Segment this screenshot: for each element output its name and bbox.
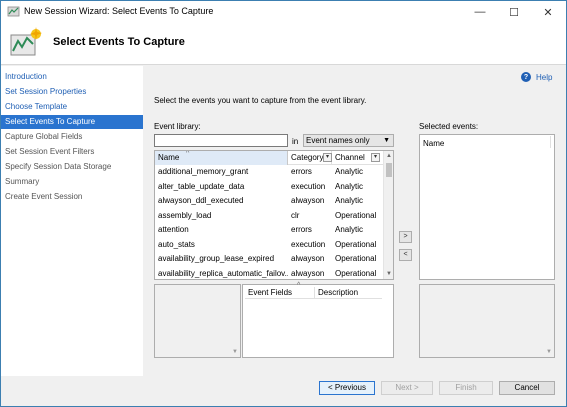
column-divider xyxy=(550,136,551,148)
column-channel-label: Channel xyxy=(335,153,365,162)
selected-event-details-pane: ▼ xyxy=(419,284,555,358)
selected-events-list[interactable]: Name xyxy=(419,134,555,280)
sort-ascending-icon: ^ xyxy=(297,282,301,289)
app-icon xyxy=(7,6,20,17)
wizard-nav: Introduction Set Session Properties Choo… xyxy=(1,66,143,406)
cell-category: execution xyxy=(291,239,326,249)
description-column[interactable]: Description xyxy=(314,287,382,299)
wizard-footer: < Previous Next > Finish Cancel xyxy=(1,376,566,406)
next-button[interactable]: Next > xyxy=(381,381,433,395)
cell-name: availability_replica_automatic_failov... xyxy=(158,268,288,278)
column-category-label: Category xyxy=(291,153,324,162)
selected-column-header: Name xyxy=(423,139,445,148)
cell-name: additional_memory_grant xyxy=(158,167,249,176)
table-row[interactable]: auto_stats execution Operational xyxy=(155,238,383,253)
table-row[interactable]: additional_memory_grant errors Analytic xyxy=(155,165,383,180)
cell-channel: Analytic xyxy=(335,181,364,191)
scroll-up-icon[interactable]: ▲ xyxy=(384,151,393,161)
remove-event-button[interactable]: < xyxy=(399,249,412,261)
nav-item-set-session-properties[interactable]: Set Session Properties xyxy=(1,85,143,99)
table-row[interactable]: assembly_load clr Operational xyxy=(155,209,383,224)
cell-name: alter_table_update_data xyxy=(158,181,245,191)
table-row[interactable]: availability_group_lease_expired alwayso… xyxy=(155,252,383,267)
cell-name: attention xyxy=(158,225,189,234)
cell-channel: Analytic xyxy=(335,225,364,234)
help-label: Help xyxy=(536,72,553,82)
grid-scrollbar[interactable]: ▲ ▼ xyxy=(383,151,393,279)
instruction-text: Select the events you want to capture fr… xyxy=(154,96,367,105)
close-button[interactable]: ✕ xyxy=(531,1,565,23)
event-description-pane: ▼ xyxy=(154,284,241,358)
column-header-name[interactable]: Name ^ xyxy=(155,151,288,165)
cell-category: errors xyxy=(291,167,312,176)
cell-category: execution xyxy=(291,181,326,191)
table-row[interactable]: availability_replica_automatic_failov...… xyxy=(155,267,383,280)
cell-category: errors xyxy=(291,225,312,234)
cell-category: alwayson xyxy=(291,196,325,205)
nav-item-data-storage: Specify Session Data Storage xyxy=(5,162,112,171)
event-fields-column[interactable]: Event Fields xyxy=(248,287,292,299)
nav-item-select-events[interactable]: Select Events To Capture xyxy=(1,115,143,129)
previous-button[interactable]: < Previous xyxy=(319,381,375,395)
wizard-header: Select Events To Capture xyxy=(1,23,566,65)
scroll-down-icon[interactable]: ▼ xyxy=(232,349,238,355)
search-scope-select[interactable]: Event names only ▼ xyxy=(303,134,394,147)
nav-item-introduction[interactable]: Introduction xyxy=(1,70,143,84)
add-event-button[interactable]: > xyxy=(399,231,412,243)
title-bar: New Session Wizard: Select Events To Cap… xyxy=(1,1,566,23)
scroll-down-icon[interactable]: ▼ xyxy=(546,349,552,355)
nav-item-set-event-filters: Set Session Event Filters xyxy=(5,147,95,156)
nav-item-capture-global-fields: Capture Global Fields xyxy=(5,132,83,141)
in-label: in xyxy=(292,137,299,146)
cell-channel: Analytic xyxy=(335,167,364,176)
page-title: Select Events To Capture xyxy=(53,36,185,48)
nav-item-create-event-session: Create Event Session xyxy=(5,192,83,201)
finish-button[interactable]: Finish xyxy=(439,381,493,395)
help-icon: ? xyxy=(521,72,531,82)
grid-header: Name ^ Category ▾ Channel ▾ xyxy=(155,151,383,165)
event-search-input[interactable] xyxy=(154,134,288,147)
nav-item-choose-template[interactable]: Choose Template xyxy=(1,100,143,114)
channel-filter-icon[interactable]: ▾ xyxy=(371,153,380,162)
category-filter-icon[interactable]: ▾ xyxy=(323,153,332,162)
event-fields-header: Event Fields ^ Description xyxy=(245,282,382,299)
wizard-graph-icon xyxy=(10,27,42,56)
cell-category: clr xyxy=(291,210,300,220)
selected-events-label: Selected events: xyxy=(419,122,479,131)
cell-category: alwayson xyxy=(291,254,325,263)
event-library-grid[interactable]: Name ^ Category ▾ Channel ▾ additional_m… xyxy=(154,150,394,280)
scroll-thumb[interactable] xyxy=(386,163,392,177)
wizard-window: New Session Wizard: Select Events To Cap… xyxy=(0,0,567,407)
cancel-button[interactable]: Cancel xyxy=(499,381,555,395)
column-name-label: Name xyxy=(158,153,180,162)
cell-channel: Operational xyxy=(335,268,377,278)
table-row[interactable]: alter_table_update_data execution Analyt… xyxy=(155,180,383,195)
cell-name: assembly_load xyxy=(158,210,212,220)
main-panel: ? Help Select the events you want to cap… xyxy=(143,66,566,376)
chevron-down-icon: ▼ xyxy=(383,137,390,144)
event-fields-pane: Event Fields ^ Description xyxy=(242,282,394,358)
cell-channel: Analytic xyxy=(335,196,364,205)
cell-channel: Operational xyxy=(335,239,377,249)
nav-item-summary: Summary xyxy=(5,177,40,186)
minimize-button[interactable]: — xyxy=(463,1,497,23)
window-title: New Session Wizard: Select Events To Cap… xyxy=(24,6,214,16)
cell-channel: Operational xyxy=(335,254,377,263)
event-library-label: Event library: xyxy=(154,122,201,131)
scroll-down-icon[interactable]: ▼ xyxy=(384,269,393,279)
help-link[interactable]: ? Help xyxy=(521,72,552,82)
maximize-button[interactable]: ☐ xyxy=(497,1,531,23)
cell-name: availability_group_lease_expired xyxy=(158,254,275,263)
sort-ascending-icon: ^ xyxy=(186,151,190,157)
cell-category: alwayson xyxy=(291,268,325,278)
search-scope-value: Event names only xyxy=(306,136,370,145)
cell-channel: Operational xyxy=(335,210,377,220)
table-row[interactable]: alwayson_ddl_executed alwayson Analytic xyxy=(155,194,383,209)
cell-name: alwayson_ddl_executed xyxy=(158,196,244,205)
table-row[interactable]: attention errors Analytic xyxy=(155,223,383,238)
cell-name: auto_stats xyxy=(158,239,195,249)
